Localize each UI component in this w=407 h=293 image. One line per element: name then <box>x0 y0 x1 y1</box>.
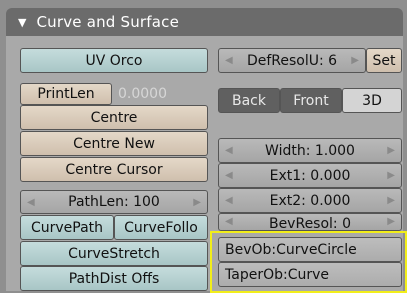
ext1-field[interactable]: ◀ Ext1: 0.000 ▶ <box>218 163 402 188</box>
centre-new-button[interactable]: Centre New <box>20 131 208 156</box>
curvefollow-button[interactable]: CurveFollo <box>114 215 208 240</box>
increment-arrow-icon[interactable]: ▶ <box>351 55 359 66</box>
width-field[interactable]: ◀ Width: 1.000 ▶ <box>218 138 402 163</box>
back-toggle[interactable]: Back <box>218 88 280 113</box>
centre-cursor-button[interactable]: Centre Cursor <box>20 157 208 182</box>
ext1-label: Ext1: 0.000 <box>269 167 351 184</box>
increment-arrow-icon[interactable]: ▶ <box>193 197 201 208</box>
width-label: Width: 1.000 <box>265 142 355 159</box>
set-button[interactable]: Set <box>366 48 402 73</box>
defresolu-field[interactable]: ◀ DefResolU: 6 ▶ <box>218 48 366 73</box>
decrement-arrow-icon[interactable]: ◀ <box>225 170 233 181</box>
decrement-arrow-icon[interactable]: ◀ <box>225 55 233 66</box>
3d-toggle[interactable]: 3D <box>342 88 402 113</box>
centre-button[interactable]: Centre <box>20 105 208 130</box>
pathdist-offs-button[interactable]: PathDist Offs <box>20 266 208 291</box>
increment-arrow-icon[interactable]: ▶ <box>387 170 395 181</box>
bevresol-field[interactable]: ◀ BevResol: 0 ▶ <box>218 213 402 231</box>
decrement-arrow-icon[interactable]: ◀ <box>225 216 233 227</box>
decrement-arrow-icon[interactable]: ◀ <box>225 145 233 156</box>
ext2-label: Ext2: 0.000 <box>269 192 351 209</box>
pathlen-field[interactable]: ◀ PathLen: 100 ▶ <box>20 190 208 214</box>
bevob-field[interactable]: BevOb:CurveCircle <box>218 237 402 262</box>
uv-orco-button[interactable]: UV Orco <box>20 48 208 73</box>
decrement-arrow-icon[interactable]: ◀ <box>225 195 233 206</box>
taperob-field[interactable]: TaperOb:Curve <box>218 262 402 287</box>
decrement-arrow-icon[interactable]: ◀ <box>27 197 35 208</box>
panel-title: Curve and Surface <box>36 13 180 31</box>
pathlen-label: PathLen: 100 <box>68 194 160 210</box>
increment-arrow-icon[interactable]: ▶ <box>387 216 395 227</box>
panel-header[interactable]: ▼ Curve and Surface <box>6 8 403 36</box>
ext2-field[interactable]: ◀ Ext2: 0.000 ▶ <box>218 188 402 213</box>
printlen-value: 0.0000 <box>118 86 167 102</box>
increment-arrow-icon[interactable]: ▶ <box>387 195 395 206</box>
printlen-button[interactable]: PrintLen <box>20 83 112 105</box>
increment-arrow-icon[interactable]: ▶ <box>387 145 395 156</box>
curvestretch-button[interactable]: CurveStretch <box>20 241 208 266</box>
front-toggle[interactable]: Front <box>280 88 342 113</box>
collapse-triangle-icon[interactable]: ▼ <box>18 16 26 29</box>
defresolu-label: DefResolU: 6 <box>246 52 338 69</box>
bevresol-label: BevResol: 0 <box>268 216 352 231</box>
curvepath-button[interactable]: CurvePath <box>20 215 114 240</box>
